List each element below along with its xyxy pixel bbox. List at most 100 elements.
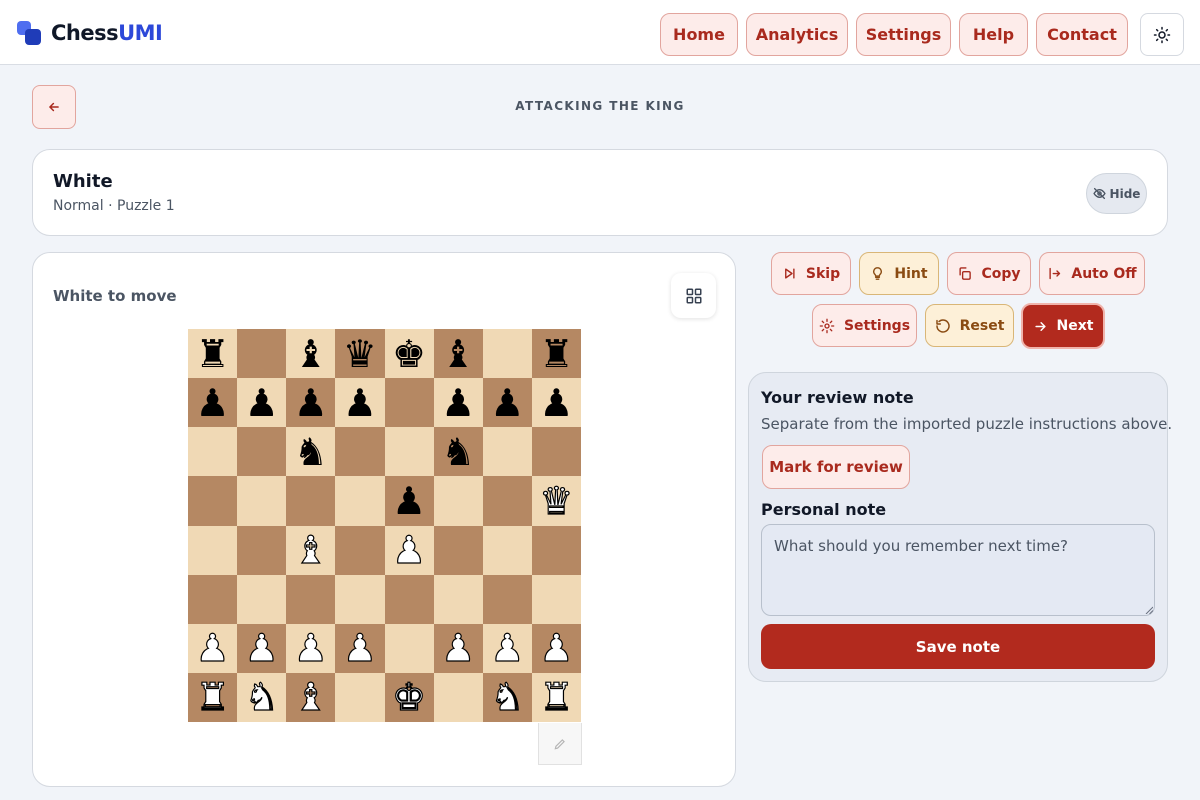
square-f2[interactable]: ♟ [433, 623, 483, 673]
square-f6[interactable]: ♞ [433, 427, 483, 477]
black-pawn-icon[interactable]: ♟ [245, 384, 279, 422]
square-c4[interactable]: ♝ [286, 525, 336, 575]
square-a2[interactable]: ♟ [188, 623, 238, 673]
square-c2[interactable]: ♟ [286, 623, 336, 673]
square-e6[interactable] [384, 427, 434, 477]
nav-analytics-button[interactable]: Analytics [746, 13, 848, 56]
square-g2[interactable]: ♟ [482, 623, 532, 673]
white-queen-icon[interactable]: ♛ [539, 481, 574, 520]
square-d2[interactable]: ♟ [335, 623, 385, 673]
square-f8[interactable]: ♝ [433, 329, 483, 379]
puzzle-settings-button[interactable]: Settings [812, 304, 917, 347]
black-knight-icon[interactable]: ♞ [294, 433, 328, 471]
white-pawn-icon[interactable]: ♟ [490, 629, 525, 668]
square-d1[interactable] [335, 672, 385, 722]
square-d7[interactable]: ♟ [335, 378, 385, 428]
square-e4[interactable]: ♟ [384, 525, 434, 575]
black-pawn-icon[interactable]: ♟ [343, 384, 377, 422]
white-rook-icon[interactable]: ♜ [195, 678, 230, 717]
white-pawn-icon[interactable]: ♟ [539, 629, 574, 668]
square-d6[interactable] [335, 427, 385, 477]
square-h4[interactable] [531, 525, 581, 575]
square-h7[interactable]: ♟ [531, 378, 581, 428]
square-a1[interactable]: ♜ [188, 672, 238, 722]
square-g5[interactable] [482, 476, 532, 526]
white-knight-icon[interactable]: ♞ [244, 678, 279, 717]
square-c8[interactable]: ♝ [286, 329, 336, 379]
black-pawn-icon[interactable]: ♟ [490, 384, 524, 422]
white-knight-icon[interactable]: ♞ [490, 678, 525, 717]
square-b5[interactable] [237, 476, 287, 526]
white-king-icon[interactable]: ♚ [391, 678, 426, 717]
black-pawn-icon[interactable]: ♟ [539, 384, 573, 422]
square-g6[interactable] [482, 427, 532, 477]
black-pawn-icon[interactable]: ♟ [294, 384, 328, 422]
resize-handle-icon[interactable] [1145, 606, 1153, 614]
square-b8[interactable] [237, 329, 287, 379]
square-a6[interactable] [188, 427, 238, 477]
square-a3[interactable] [188, 574, 238, 624]
nav-settings-button[interactable]: Settings [856, 13, 951, 56]
square-h2[interactable]: ♟ [531, 623, 581, 673]
square-c6[interactable]: ♞ [286, 427, 336, 477]
square-d8[interactable]: ♛ [335, 329, 385, 379]
square-g3[interactable] [482, 574, 532, 624]
auto-play-button[interactable]: Auto Off [1039, 252, 1145, 295]
square-h8[interactable]: ♜ [531, 329, 581, 379]
square-a4[interactable] [188, 525, 238, 575]
hint-button[interactable]: Hint [859, 252, 939, 295]
square-d3[interactable] [335, 574, 385, 624]
brand-logo[interactable]: ChessUMI [17, 21, 163, 45]
next-puzzle-button[interactable]: Next [1021, 303, 1105, 349]
board-layout-button[interactable] [671, 273, 716, 318]
square-c7[interactable]: ♟ [286, 378, 336, 428]
white-rook-icon[interactable]: ♜ [539, 678, 574, 717]
black-rook-icon[interactable]: ♜ [539, 335, 573, 373]
square-d4[interactable] [335, 525, 385, 575]
square-f3[interactable] [433, 574, 483, 624]
square-e5[interactable]: ♟ [384, 476, 434, 526]
black-king-icon[interactable]: ♚ [392, 335, 426, 373]
square-e7[interactable] [384, 378, 434, 428]
square-c3[interactable] [286, 574, 336, 624]
black-bishop-icon[interactable]: ♝ [441, 335, 475, 373]
square-g4[interactable] [482, 525, 532, 575]
white-pawn-icon[interactable]: ♟ [293, 629, 328, 668]
black-pawn-icon[interactable]: ♟ [441, 384, 475, 422]
skip-button[interactable]: Skip [771, 252, 851, 295]
white-bishop-icon[interactable]: ♝ [293, 530, 328, 569]
back-button[interactable] [32, 85, 76, 129]
white-pawn-icon[interactable]: ♟ [391, 530, 426, 569]
square-c5[interactable] [286, 476, 336, 526]
square-h5[interactable]: ♛ [531, 476, 581, 526]
nav-help-button[interactable]: Help [959, 13, 1028, 56]
square-e3[interactable] [384, 574, 434, 624]
square-a7[interactable]: ♟ [188, 378, 238, 428]
nav-contact-button[interactable]: Contact [1036, 13, 1128, 56]
black-pawn-icon[interactable]: ♟ [196, 384, 230, 422]
white-bishop-icon[interactable]: ♝ [293, 678, 328, 717]
square-b7[interactable]: ♟ [237, 378, 287, 428]
draw-annotation-button[interactable] [538, 723, 582, 765]
mark-for-review-button[interactable]: Mark for review [762, 445, 910, 489]
black-pawn-icon[interactable]: ♟ [392, 482, 426, 520]
square-f4[interactable] [433, 525, 483, 575]
white-pawn-icon[interactable]: ♟ [441, 629, 476, 668]
square-a5[interactable] [188, 476, 238, 526]
square-b1[interactable]: ♞ [237, 672, 287, 722]
square-g1[interactable]: ♞ [482, 672, 532, 722]
square-h1[interactable]: ♜ [531, 672, 581, 722]
black-bishop-icon[interactable]: ♝ [294, 335, 328, 373]
square-f5[interactable] [433, 476, 483, 526]
reset-button[interactable]: Reset [925, 304, 1014, 347]
square-g8[interactable] [482, 329, 532, 379]
square-b4[interactable] [237, 525, 287, 575]
square-b6[interactable] [237, 427, 287, 477]
square-c1[interactable]: ♝ [286, 672, 336, 722]
square-e1[interactable]: ♚ [384, 672, 434, 722]
white-pawn-icon[interactable]: ♟ [195, 629, 230, 668]
square-h6[interactable] [531, 427, 581, 477]
square-f1[interactable] [433, 672, 483, 722]
black-knight-icon[interactable]: ♞ [441, 433, 475, 471]
square-g7[interactable]: ♟ [482, 378, 532, 428]
